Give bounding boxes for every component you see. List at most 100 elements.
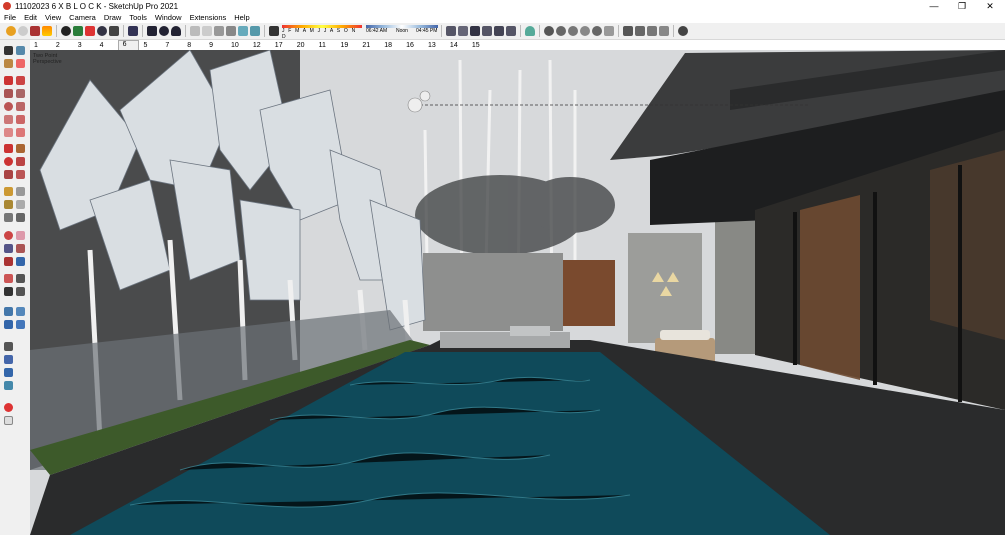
- push-pull-icon[interactable]: [16, 144, 25, 153]
- scene-tab[interactable]: 15: [468, 42, 490, 49]
- scene-tab[interactable]: 19: [336, 42, 358, 49]
- scene-tab[interactable]: 3: [74, 42, 96, 49]
- layout-icon[interactable]: [4, 416, 13, 425]
- extension-warehouse-icon[interactable]: [97, 26, 107, 36]
- minimize-button[interactable]: —: [920, 0, 948, 12]
- axes-icon[interactable]: [4, 213, 13, 222]
- scene-tab[interactable]: 13: [424, 42, 446, 49]
- rotate-icon[interactable]: [4, 157, 13, 166]
- menu-window[interactable]: Window: [151, 13, 186, 22]
- warehouse-icon[interactable]: [85, 26, 95, 36]
- style-hidden-line-icon[interactable]: [226, 26, 236, 36]
- scene-tab[interactable]: 16: [402, 42, 424, 49]
- flask-icon[interactable]: [525, 26, 535, 36]
- close-button[interactable]: ✕: [976, 0, 1004, 12]
- intersect-icon[interactable]: [568, 26, 578, 36]
- drape-icon[interactable]: [4, 355, 13, 364]
- sandbox-icon[interactable]: [30, 26, 40, 36]
- sandbox-from-contours-icon[interactable]: [4, 307, 13, 316]
- menu-help[interactable]: Help: [230, 13, 253, 22]
- section-display-icon[interactable]: [635, 26, 645, 36]
- section-plane-tool-icon[interactable]: [16, 287, 25, 296]
- stamp-icon[interactable]: [16, 320, 25, 329]
- offset-icon[interactable]: [16, 170, 25, 179]
- scene-tab[interactable]: 20: [293, 42, 315, 49]
- menu-extensions[interactable]: Extensions: [186, 13, 231, 22]
- smoove-icon[interactable]: [4, 320, 13, 329]
- dimension-icon[interactable]: [16, 187, 25, 196]
- trim-icon[interactable]: [580, 26, 590, 36]
- profile-icon[interactable]: [171, 26, 181, 36]
- previous-view-icon[interactable]: [16, 257, 25, 266]
- menu-draw[interactable]: Draw: [100, 13, 126, 22]
- rotated-rectangle-icon[interactable]: [16, 89, 25, 98]
- send-mail-icon[interactable]: [147, 26, 157, 36]
- view-back-icon[interactable]: [494, 26, 504, 36]
- style-wireframe-icon[interactable]: [214, 26, 224, 36]
- look-around-icon[interactable]: [16, 274, 25, 283]
- scene-tab[interactable]: 9: [205, 42, 227, 49]
- scene-tab[interactable]: 17: [271, 42, 293, 49]
- select-icon[interactable]: [4, 46, 13, 55]
- style-xray-icon[interactable]: [190, 26, 200, 36]
- menu-camera[interactable]: Camera: [65, 13, 100, 22]
- three-point-arc-icon[interactable]: [4, 128, 13, 137]
- zoom-window-icon[interactable]: [16, 244, 25, 253]
- polygon-icon[interactable]: [16, 102, 25, 111]
- gear-icon[interactable]: [4, 403, 13, 412]
- zoom-extents-icon[interactable]: [4, 257, 13, 266]
- shadow-time-slider[interactable]: 06:42 AM Noon 04:45 PM: [366, 25, 438, 37]
- subtract-icon[interactable]: [556, 26, 566, 36]
- model-info-icon[interactable]: [159, 26, 169, 36]
- geo-terrain-icon[interactable]: [73, 26, 83, 36]
- view-left-icon[interactable]: [506, 26, 516, 36]
- 3d-text-icon[interactable]: [16, 213, 25, 222]
- menu-tools[interactable]: Tools: [125, 13, 151, 22]
- position-camera-icon[interactable]: [4, 274, 13, 283]
- union-icon[interactable]: [544, 26, 554, 36]
- scene-tab[interactable]: 1: [30, 42, 52, 49]
- scene-tab-active[interactable]: 6: [117, 40, 140, 50]
- scene-tab[interactable]: 2: [52, 42, 74, 49]
- menu-view[interactable]: View: [41, 13, 65, 22]
- shadows-toggle-icon[interactable]: [269, 26, 279, 36]
- scale-icon[interactable]: [4, 170, 13, 179]
- section-plane-icon[interactable]: [623, 26, 633, 36]
- freehand-icon[interactable]: [16, 76, 25, 85]
- protractor-icon[interactable]: [4, 200, 13, 209]
- zoom-icon[interactable]: [4, 244, 13, 253]
- scene-tab[interactable]: 14: [446, 42, 468, 49]
- move-icon[interactable]: [4, 144, 13, 153]
- scene-tab[interactable]: 11: [315, 42, 337, 49]
- orbit-tool-icon[interactable]: [4, 231, 13, 240]
- add-detail-icon[interactable]: [4, 368, 13, 377]
- scene-tab[interactable]: 5: [139, 42, 161, 49]
- view-right-icon[interactable]: [482, 26, 492, 36]
- two-point-arc-icon[interactable]: [16, 115, 25, 124]
- outer-shell-icon[interactable]: [604, 26, 614, 36]
- scene-tab[interactable]: 21: [358, 42, 380, 49]
- scene-tab[interactable]: 18: [380, 42, 402, 49]
- split-icon[interactable]: [592, 26, 602, 36]
- flip-edge-icon[interactable]: [4, 381, 13, 390]
- view-front-icon[interactable]: [470, 26, 480, 36]
- view-iso-icon[interactable]: [446, 26, 456, 36]
- getting-started-icon[interactable]: [6, 26, 16, 36]
- scene-tab[interactable]: 4: [96, 42, 118, 49]
- menu-edit[interactable]: Edit: [20, 13, 41, 22]
- paint-bucket-icon[interactable]: [4, 59, 13, 68]
- extension-manager-icon[interactable]: [128, 26, 138, 36]
- share-model-icon[interactable]: [109, 26, 119, 36]
- menu-file[interactable]: File: [0, 13, 20, 22]
- walk-icon[interactable]: [4, 287, 13, 296]
- orbit-icon[interactable]: [18, 26, 28, 36]
- scene-tab[interactable]: 10: [227, 42, 249, 49]
- view-top-icon[interactable]: [458, 26, 468, 36]
- style-monochrome-icon[interactable]: [250, 26, 260, 36]
- section-fill-icon[interactable]: [659, 26, 669, 36]
- circle-icon[interactable]: [4, 102, 13, 111]
- arrow-icon[interactable]: [4, 342, 13, 351]
- follow-me-icon[interactable]: [16, 157, 25, 166]
- maximize-button[interactable]: ❐: [948, 0, 976, 12]
- arc-icon[interactable]: [4, 115, 13, 124]
